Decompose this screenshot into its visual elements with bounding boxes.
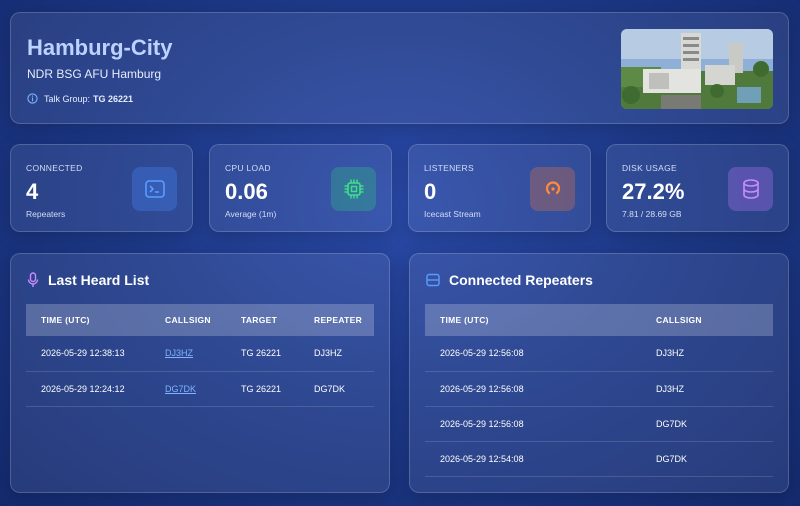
connected-repeaters-panel: Connected Repeaters TIME (UTC) CALLSIGN …	[409, 253, 789, 493]
stat-sub: Repeaters	[26, 209, 66, 219]
table-header-row: TIME (UTC) CALLSIGN TARGET REPEATER	[26, 304, 374, 336]
connected-repeaters-table: TIME (UTC) CALLSIGN 2026-05-29 12:56:08 …	[425, 304, 773, 477]
time-cell: 2026-05-29 12:56:08	[425, 336, 641, 372]
stat-card-listeners: LISTENERS 0 Icecast Stream	[408, 144, 591, 232]
time-cell: 2026-05-29 12:24:12	[26, 371, 150, 407]
callsign-cell: DJ3HZ	[641, 336, 773, 372]
terminal-icon	[132, 167, 177, 211]
talk-group-value: TG 26221	[93, 93, 134, 104]
callsign-link[interactable]: DG7DK	[165, 384, 196, 394]
page-title: Hamburg-City	[27, 35, 173, 60]
table-row: 2026-05-29 12:56:08 DJ3HZ	[425, 371, 773, 407]
stat-label: DISK USAGE	[622, 163, 677, 173]
time-cell: 2026-05-29 12:38:13	[26, 336, 150, 372]
talk-group-label: Talk Group:	[44, 93, 91, 104]
stat-card-disk-usage: DISK USAGE 27.2% 7.81 / 28.69 GB	[606, 144, 789, 232]
stat-value: 0.06	[225, 179, 268, 204]
location-photo	[621, 29, 773, 109]
callsign-cell: DJ3HZ	[150, 336, 226, 372]
cpu-chip-icon	[331, 167, 376, 211]
target-cell: TG 26221	[226, 371, 299, 407]
callsign-cell: DJ3HZ	[641, 371, 773, 407]
stat-label: LISTENERS	[424, 163, 474, 173]
table-row: 2026-05-29 12:56:08 DJ3HZ	[425, 336, 773, 372]
last-heard-table: TIME (UTC) CALLSIGN TARGET REPEATER 2026…	[26, 304, 374, 407]
column-header: TIME (UTC)	[41, 315, 90, 325]
table-row: 2026-05-29 12:38:13 DJ3HZ TG 26221 DJ3HZ	[26, 336, 374, 372]
stat-card-cpu-load: CPU LOAD 0.06 Average (1m)	[209, 144, 392, 232]
stat-sub: Icecast Stream	[424, 209, 481, 219]
table-header-row: TIME (UTC) CALLSIGN	[425, 304, 773, 336]
column-header: CALLSIGN	[165, 315, 211, 325]
callsign-cell: DG7DK	[150, 371, 226, 407]
repeater-cell: DJ3HZ	[299, 336, 374, 372]
info-icon	[27, 93, 38, 104]
server-icon	[426, 273, 440, 287]
table-row: 2026-05-29 12:56:08 DG7DK	[425, 406, 773, 442]
stat-label: CONNECTED	[26, 163, 83, 173]
column-header: TIME (UTC)	[440, 315, 489, 325]
column-header: TARGET	[241, 315, 278, 325]
last-heard-panel: Last Heard List TIME (UTC) CALLSIGN TARG…	[10, 253, 390, 493]
header-card: Hamburg-City NDR BSG AFU Hamburg Talk Gr…	[10, 12, 789, 124]
callsign-cell: DG7DK	[641, 406, 773, 442]
last-heard-title: Last Heard List	[48, 272, 150, 288]
stat-value: 4	[26, 179, 39, 204]
connected-repeaters-title: Connected Repeaters	[449, 272, 593, 288]
time-cell: 2026-05-29 12:56:08	[425, 371, 641, 407]
callsign-cell: DG7DK	[641, 441, 773, 477]
target-cell: TG 26221	[226, 336, 299, 372]
last-heard-title-row: Last Heard List	[27, 272, 149, 288]
microphone-icon	[27, 272, 39, 287]
table-row: 2026-05-29 12:24:12 DG7DK TG 26221 DG7DK	[26, 371, 374, 407]
stat-sub: Average (1m)	[225, 209, 277, 219]
page-subtitle: NDR BSG AFU Hamburg	[27, 67, 162, 81]
stat-label: CPU LOAD	[225, 163, 271, 173]
table-row: 2026-05-29 12:54:08 DG7DK	[425, 441, 773, 477]
time-cell: 2026-05-29 12:56:08	[425, 406, 641, 442]
database-icon	[728, 167, 773, 211]
column-header: REPEATER	[314, 315, 363, 325]
stat-value: 0	[424, 179, 437, 204]
talk-group-row: Talk Group: TG 26221	[27, 93, 133, 104]
stat-sub: 7.81 / 28.69 GB	[622, 209, 682, 219]
stat-value: 27.2%	[622, 179, 685, 204]
connected-repeaters-title-row: Connected Repeaters	[426, 272, 593, 288]
stream-icon	[530, 167, 575, 211]
column-header: CALLSIGN	[656, 315, 702, 325]
stat-card-connected: CONNECTED 4 Repeaters	[10, 144, 193, 232]
repeater-cell: DG7DK	[299, 371, 374, 407]
callsign-link[interactable]: DJ3HZ	[165, 348, 193, 358]
time-cell: 2026-05-29 12:54:08	[425, 441, 641, 477]
